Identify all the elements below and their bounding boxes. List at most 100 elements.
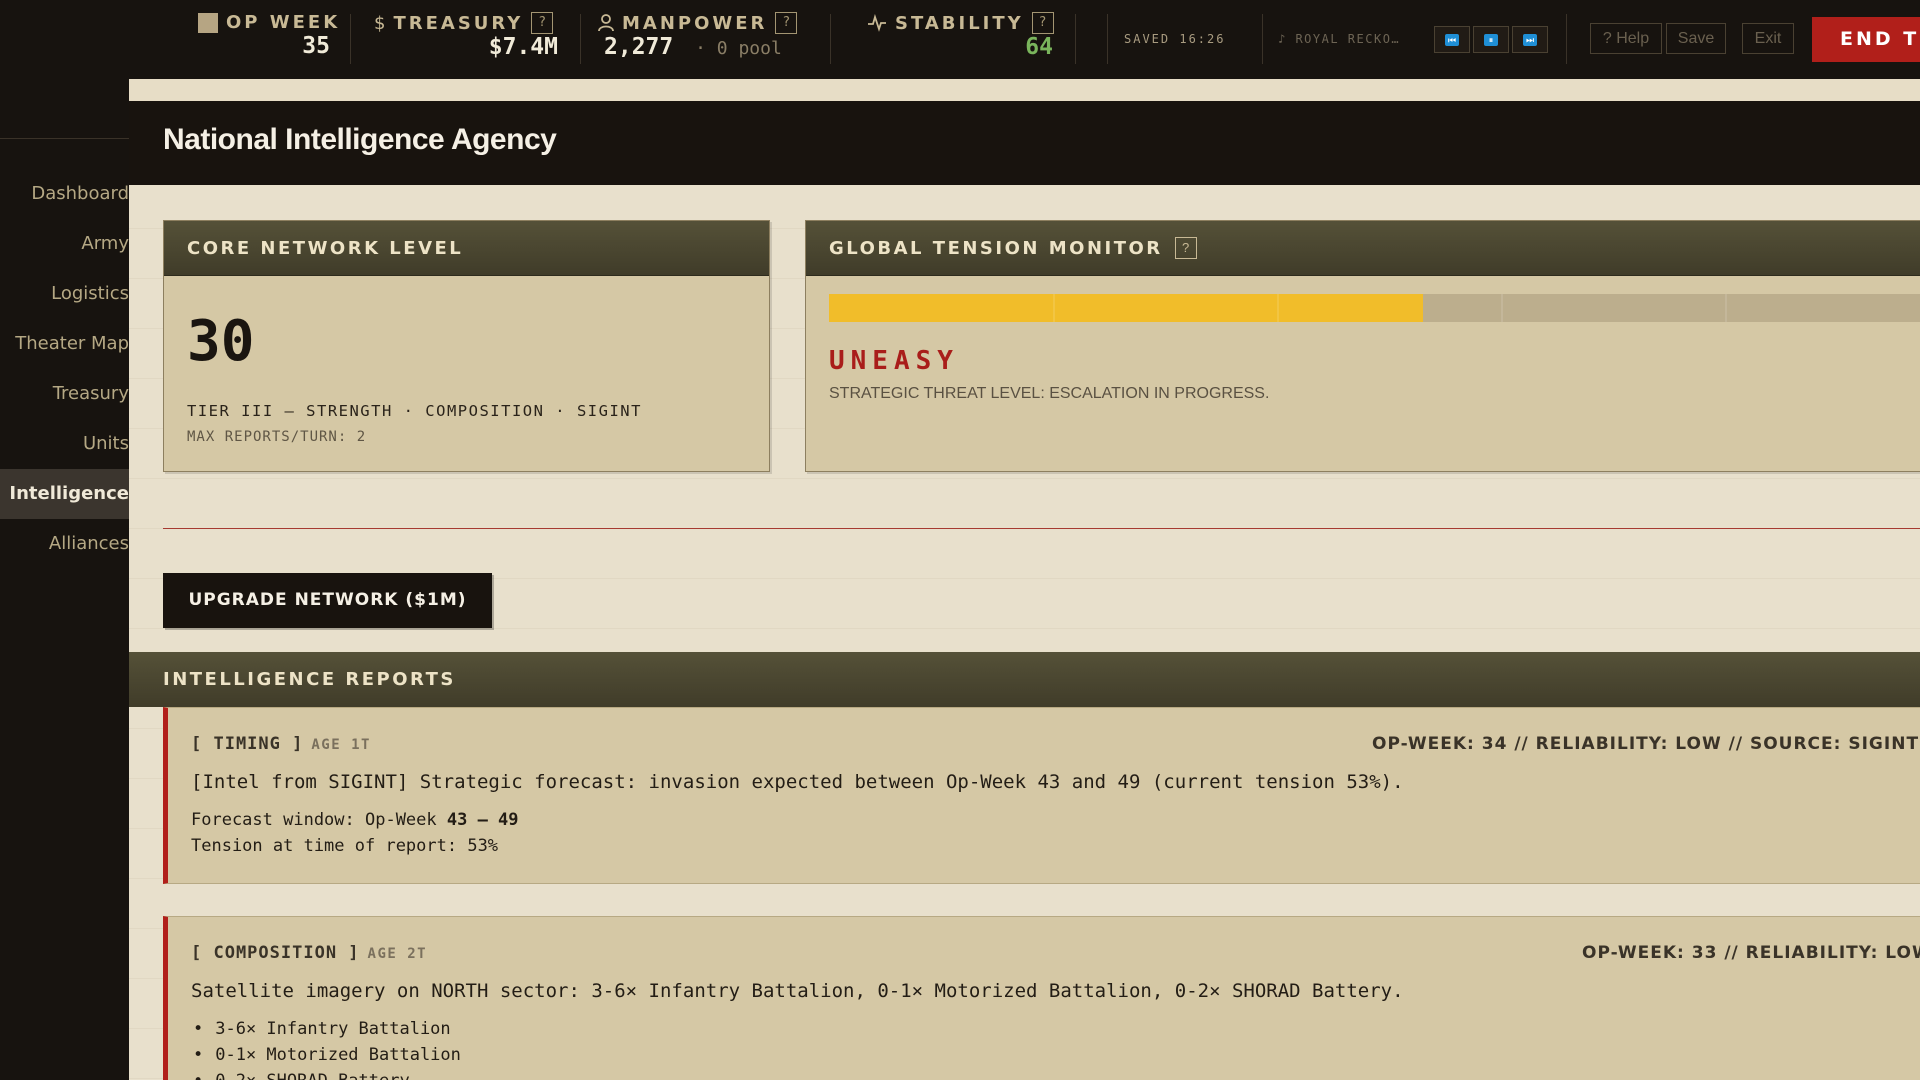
sidebar-item-alliances[interactable]: Alliances	[0, 519, 129, 569]
network-tier: TIER III — STRENGTH · COMPOSITION · SIGI…	[187, 402, 642, 420]
card-header: CORE NETWORK LEVEL	[164, 221, 769, 276]
help-button[interactable]: ? Help	[1590, 23, 1662, 54]
music-next-button[interactable]: ⏭	[1512, 26, 1548, 53]
manpower-label: MANPOWER	[622, 12, 768, 34]
sidebar-item-label: Logistics	[51, 283, 129, 304]
music-track: ♪ ROYAL RECKO…	[1278, 32, 1401, 46]
main-content: National Intelligence Agency CORE NETWOR…	[129, 79, 1920, 1080]
sidebar-item-logistics[interactable]: Logistics	[0, 269, 129, 319]
music-prev-button[interactable]: ⏮	[1434, 26, 1470, 53]
calendar-icon	[198, 12, 218, 33]
sidebar-item-army[interactable]: Army	[0, 219, 129, 269]
sidebar-divider	[0, 138, 129, 139]
divider	[1107, 14, 1108, 64]
card-header: GLOBAL TENSION MONITOR ?	[806, 221, 1920, 276]
bar-tick	[1725, 294, 1727, 322]
section-title: INTELLIGENCE REPORTS	[163, 669, 456, 690]
divider	[350, 14, 351, 64]
card-title: GLOBAL TENSION MONITOR	[829, 237, 1163, 259]
forecast-value: 43 – 49	[446, 810, 519, 830]
save-button[interactable]: Save	[1666, 23, 1726, 54]
page-header: National Intelligence Agency	[129, 101, 1920, 185]
dollar-icon: $	[374, 12, 386, 34]
person-icon	[598, 14, 614, 32]
divider	[1075, 14, 1076, 64]
stability-help-icon[interactable]: ?	[1031, 12, 1054, 34]
stability-value: 64	[1025, 34, 1053, 60]
report-tag: [ TIMING ] AGE 1T	[191, 734, 371, 754]
forecast-window: Forecast window: Op-Week 43 – 49	[191, 810, 519, 830]
network-level: 30	[187, 309, 255, 374]
reports-header: INTELLIGENCE REPORTS	[129, 652, 1920, 707]
intel-report: [ COMPOSITION ] AGE 2T OP-WEEK: 33 // REL…	[163, 916, 1920, 1080]
op-week-value: 35	[302, 33, 330, 59]
manpower-value: 2,277	[604, 34, 674, 60]
report-meta: OP-WEEK: 34 // RELIABILITY: LOW // SOURC…	[1372, 734, 1920, 754]
intel-report: [ TIMING ] AGE 1T OP-WEEK: 34 // RELIABIL…	[163, 707, 1920, 884]
pulse-icon	[868, 14, 886, 32]
sidebar-item-label: Theater Map	[15, 333, 129, 354]
core-network-card: CORE NETWORK LEVEL 30 TIER III — STRENGT…	[163, 220, 770, 472]
list-item: 0-2× SHORAD Battery	[193, 1071, 409, 1080]
sidebar-item-label: Army	[81, 233, 129, 254]
sidebar-item-intelligence[interactable]: Intelligence	[0, 469, 129, 519]
exit-button[interactable]: Exit	[1742, 23, 1794, 54]
list-item: 3-6× Infantry Battalion	[193, 1019, 450, 1039]
sidebar-item-label: Alliances	[48, 533, 129, 554]
top-strip	[129, 79, 1920, 101]
end-turn-button[interactable]: END TURN	[1812, 17, 1920, 62]
upgrade-network-button[interactable]: UPGRADE NETWORK ($1M)	[163, 573, 492, 628]
sidebar-item-theater-map[interactable]: Theater Map	[0, 319, 129, 369]
bar-tick	[1053, 294, 1055, 322]
treasury-stat: $ TREASURY ? $7.4M	[374, 12, 558, 60]
stability-stat: STABILITY ? 64	[867, 12, 1054, 60]
tension-description: STRATEGIC THREAT LEVEL: ESCALATION IN PR…	[829, 385, 1270, 402]
card-title: CORE NETWORK LEVEL	[187, 237, 464, 259]
report-tag: [ COMPOSITION ] AGE 2T	[191, 943, 427, 963]
tension-bar	[829, 294, 1920, 322]
op-week-label: OP WEEK	[226, 12, 341, 33]
treasury-value: $7.4M	[488, 34, 558, 60]
tension-status: UNEASY	[829, 346, 959, 376]
sidebar-item-label: Units	[82, 433, 129, 454]
divider	[1262, 14, 1263, 64]
manpower-pool: · 0 pool	[695, 38, 782, 59]
tension-help-icon[interactable]: ?	[1174, 237, 1197, 259]
treasury-help-icon[interactable]: ?	[531, 12, 554, 34]
bar-tick	[1277, 294, 1279, 322]
tension-bar-fill	[829, 294, 1423, 322]
sidebar-item-label: Intelligence	[9, 483, 129, 504]
music-pause-button[interactable]: ⏸	[1473, 26, 1509, 53]
bar-tick	[1501, 294, 1503, 322]
report-type: [ TIMING ]	[191, 734, 304, 754]
page-title: National Intelligence Agency	[163, 123, 557, 156]
save-status: SAVED 16:26	[1124, 32, 1226, 46]
manpower-stat: MANPOWER ? 2,277 · 0 pool	[598, 12, 798, 60]
divider	[1566, 14, 1567, 64]
top-bar: OP WEEK 35 $ TREASURY ? $7.4M MANPOWER ?…	[0, 0, 1920, 79]
forecast-label: Forecast window: Op-Week	[191, 810, 447, 830]
divider	[163, 528, 1920, 529]
report-age: AGE 1T	[311, 737, 371, 753]
report-tension: Tension at time of report: 53%	[191, 836, 499, 856]
treasury-label: TREASURY	[393, 12, 524, 34]
report-age: AGE 2T	[367, 946, 428, 962]
sidebar: Dashboard Army Logistics Theater Map Tre…	[0, 79, 129, 1080]
skip-forward-icon: ⏭	[1523, 33, 1537, 46]
sidebar-item-dashboard[interactable]: Dashboard	[0, 169, 129, 219]
max-reports: MAX REPORTS/TURN: 2	[187, 429, 367, 445]
tension-card: GLOBAL TENSION MONITOR ? UNEASY STRATEGI…	[805, 220, 1920, 472]
sidebar-item-treasury[interactable]: Treasury	[0, 369, 129, 419]
report-body: Satellite imagery on NORTH sector: 3-6× …	[191, 980, 1404, 1002]
sidebar-item-units[interactable]: Units	[0, 419, 129, 469]
stability-label: STABILITY	[895, 12, 1024, 34]
report-meta: OP-WEEK: 33 // RELIABILITY: LOW	[1582, 943, 1920, 963]
op-week-stat: OP WEEK 35	[198, 12, 340, 59]
divider	[830, 14, 831, 64]
pause-icon: ⏸	[1484, 33, 1498, 46]
skip-back-icon: ⏮	[1445, 33, 1459, 46]
list-item: 0-1× Motorized Battalion	[193, 1045, 461, 1065]
divider	[580, 14, 581, 64]
sidebar-item-label: Dashboard	[31, 183, 129, 204]
manpower-help-icon[interactable]: ?	[775, 12, 798, 34]
